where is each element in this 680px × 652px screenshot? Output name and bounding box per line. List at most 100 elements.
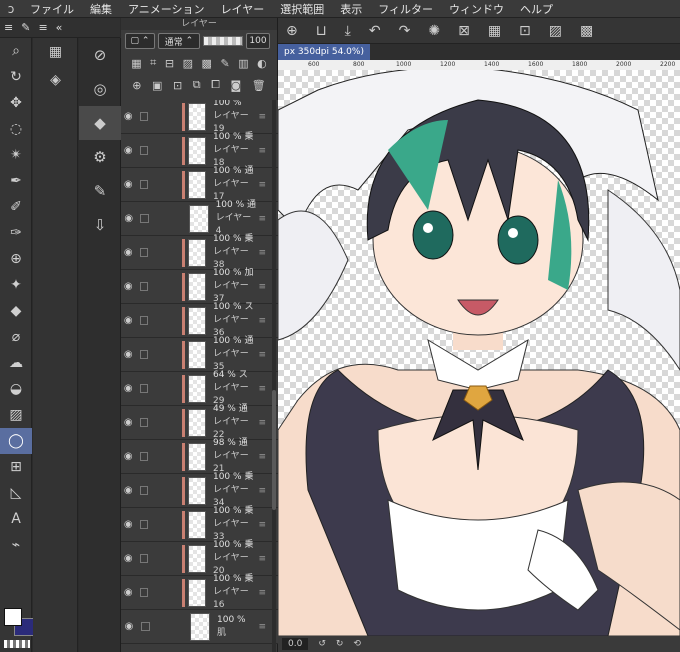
visibility-eye-icon[interactable]: ◉ <box>121 111 136 122</box>
layer-type-select[interactable]: ▢ ⌃ <box>125 33 155 49</box>
combine-icon[interactable]: ⧉ <box>193 78 201 92</box>
ruler-tool-icon[interactable]: ◺ <box>0 480 32 506</box>
layer-select-checkbox[interactable] <box>139 282 148 291</box>
layer-row[interactable]: ◉ 100 % 通レイヤー 35 ≡ <box>121 336 278 372</box>
visibility-eye-icon[interactable]: ◉ <box>121 213 136 224</box>
lock-transparent-icon[interactable]: ▨ <box>183 57 193 70</box>
move-tool-icon[interactable]: ✥ <box>0 90 32 116</box>
layer-row[interactable]: ◉ 100 % スレイヤー 36 ≡ <box>121 302 278 338</box>
visibility-eye-icon[interactable]: ◉ <box>121 485 136 496</box>
brush-size-icon[interactable]: ✎ <box>79 174 121 208</box>
decoration-tool-icon[interactable]: ✦ <box>0 272 32 298</box>
layer-row[interactable]: ◉ 100 % 乗レイヤー 18 ≡ <box>121 132 278 168</box>
layer-select-checkbox[interactable] <box>139 180 148 189</box>
transfer-down-icon[interactable]: ⊡ <box>173 79 182 92</box>
pencil-tool-icon[interactable]: ✐ <box>0 194 32 220</box>
rotate-tool-icon[interactable]: ↻ <box>0 64 32 90</box>
opacity-value-field[interactable]: 100 <box>246 33 270 49</box>
blend-tool-icon[interactable]: ☁ <box>0 350 32 376</box>
undo-icon[interactable]: ↶ <box>369 23 381 39</box>
loading-icon[interactable]: ✺ <box>428 23 440 39</box>
deselect-icon[interactable]: ▨ <box>549 23 562 39</box>
layer-row[interactable]: ◉ 49 % 通レイヤー 22 ≡ <box>121 404 278 440</box>
transparent-color-swatch[interactable] <box>4 640 30 648</box>
layer-row[interactable]: ◉ 100 % 乗レイヤー 16 ≡ <box>121 574 278 610</box>
foreground-color-swatch[interactable] <box>4 608 22 626</box>
layer-row[interactable]: ◉ 100 % 肌 ≡ <box>121 610 278 644</box>
lasso-tool-icon[interactable]: ◌ <box>0 116 32 142</box>
layer-menu-icon[interactable]: ≡ <box>258 554 266 564</box>
panel-menu-icon-2[interactable]: ≡ <box>38 21 47 34</box>
visibility-eye-icon[interactable]: ◉ <box>121 519 136 530</box>
new-folder-icon[interactable]: ▣ <box>152 79 162 92</box>
text-tool-icon[interactable]: A <box>0 506 32 532</box>
panel-menu-icon[interactable]: ≡ <box>4 21 13 34</box>
layer-row[interactable]: ◉ 100 % 乗レイヤー 38 ≡ <box>121 234 278 270</box>
trash-icon[interactable]: 🗑 <box>252 79 266 92</box>
layer-menu-icon[interactable]: ≡ <box>258 112 266 122</box>
mask-add-icon[interactable]: ◙ <box>231 79 242 92</box>
layer-select-checkbox[interactable] <box>139 588 148 597</box>
menu-edit[interactable]: 編集 <box>82 1 120 17</box>
menu-animation[interactable]: アニメーション <box>120 1 213 17</box>
layer-menu-icon[interactable]: ≡ <box>258 214 266 224</box>
visibility-eye-icon[interactable]: ◉ <box>121 179 136 190</box>
layer-select-checkbox[interactable] <box>139 112 148 121</box>
clip-icon[interactable]: ⌗ <box>150 56 156 70</box>
app-logo-icon[interactable]: ↄ <box>0 2 22 16</box>
rotate-left-icon[interactable]: ↺ <box>318 639 326 649</box>
layer-menu-icon[interactable]: ≡ <box>258 282 266 292</box>
layer-select-checkbox[interactable] <box>139 350 148 359</box>
export-icon[interactable]: ⇩ <box>79 208 121 242</box>
menu-layer[interactable]: レイヤー <box>213 1 273 17</box>
visibility-eye-icon[interactable]: ◉ <box>121 349 136 360</box>
draft-icon[interactable]: ✎ <box>220 57 229 70</box>
reference-icon[interactable]: ▩ <box>202 57 212 70</box>
menu-file[interactable]: ファイル <box>22 1 82 17</box>
calendar-grid-icon[interactable]: ▦ <box>33 38 78 66</box>
menu-help[interactable]: ヘルプ <box>512 1 561 17</box>
layer-menu-icon[interactable]: ≡ <box>258 418 266 428</box>
layer-select-checkbox[interactable] <box>140 214 150 223</box>
layer-menu-icon[interactable]: ≡ <box>258 588 266 598</box>
layer-select-checkbox[interactable] <box>139 520 148 529</box>
brush-icon[interactable]: ✎ <box>21 21 30 34</box>
frame-tool-icon[interactable]: ⊞ <box>0 454 32 480</box>
layer-menu-icon[interactable]: ≡ <box>258 452 266 462</box>
layer-search-icon[interactable]: ⚙ <box>79 140 121 174</box>
save-icon[interactable]: ⤓ <box>345 23 351 39</box>
visibility-eye-icon[interactable]: ◉ <box>121 281 136 292</box>
layer-row[interactable]: ◉ 100 % レイヤー 19 ≡ <box>121 100 278 134</box>
blend-mode-select[interactable]: 通常 ⌃ <box>158 33 200 49</box>
visibility-eye-icon[interactable]: ◉ <box>121 621 137 632</box>
visibility-eye-icon[interactable]: ◉ <box>121 553 136 564</box>
visibility-eye-icon[interactable]: ◉ <box>121 451 136 462</box>
visibility-eye-icon[interactable]: ◉ <box>121 247 136 258</box>
airbrush-tool-icon[interactable]: ⊕ <box>0 246 32 272</box>
visibility-eye-icon[interactable]: ◉ <box>121 587 136 598</box>
opacity-slider[interactable] <box>203 36 243 46</box>
drawing-canvas[interactable] <box>278 70 680 636</box>
magic-wand-tool-icon[interactable]: ✴ <box>0 142 32 168</box>
copy-layer-icon[interactable]: ⧠ <box>211 78 220 92</box>
reset-rotation-icon[interactable]: ⟲ <box>353 639 361 649</box>
layer-select-checkbox[interactable] <box>141 622 150 631</box>
new-layer-icon[interactable]: ⊕ <box>132 79 141 92</box>
menu-window[interactable]: ウィンドウ <box>441 1 512 17</box>
layer-scrollbar[interactable] <box>272 100 276 652</box>
mask-icon[interactable]: ◐ <box>257 57 267 70</box>
layer-menu-icon[interactable]: ≡ <box>258 248 266 258</box>
layer-row[interactable]: ◉ 100 % 通レイヤー 4 ≡ <box>121 200 278 236</box>
fill-selection-icon[interactable]: ▦ <box>488 23 501 39</box>
layer-menu-icon[interactable]: ≡ <box>258 384 266 394</box>
redo-icon[interactable]: ↷ <box>399 23 411 39</box>
rotate-right-icon[interactable]: ↻ <box>336 639 344 649</box>
layer-menu-icon[interactable]: ≡ <box>258 486 266 496</box>
zoom-tool-icon[interactable]: ⌕ <box>0 38 32 64</box>
menu-selection[interactable]: 選択範囲 <box>272 1 332 17</box>
layer-scrollbar-thumb[interactable] <box>272 390 276 510</box>
layer-row[interactable]: ◉ 100 % 乗レイヤー 34 ≡ <box>121 472 278 508</box>
fill-tool-icon[interactable]: ◒ <box>0 376 32 402</box>
layer-row[interactable]: ◉ 100 % 乗レイヤー 33 ≡ <box>121 506 278 542</box>
layer-menu-icon[interactable]: ≡ <box>258 350 266 360</box>
